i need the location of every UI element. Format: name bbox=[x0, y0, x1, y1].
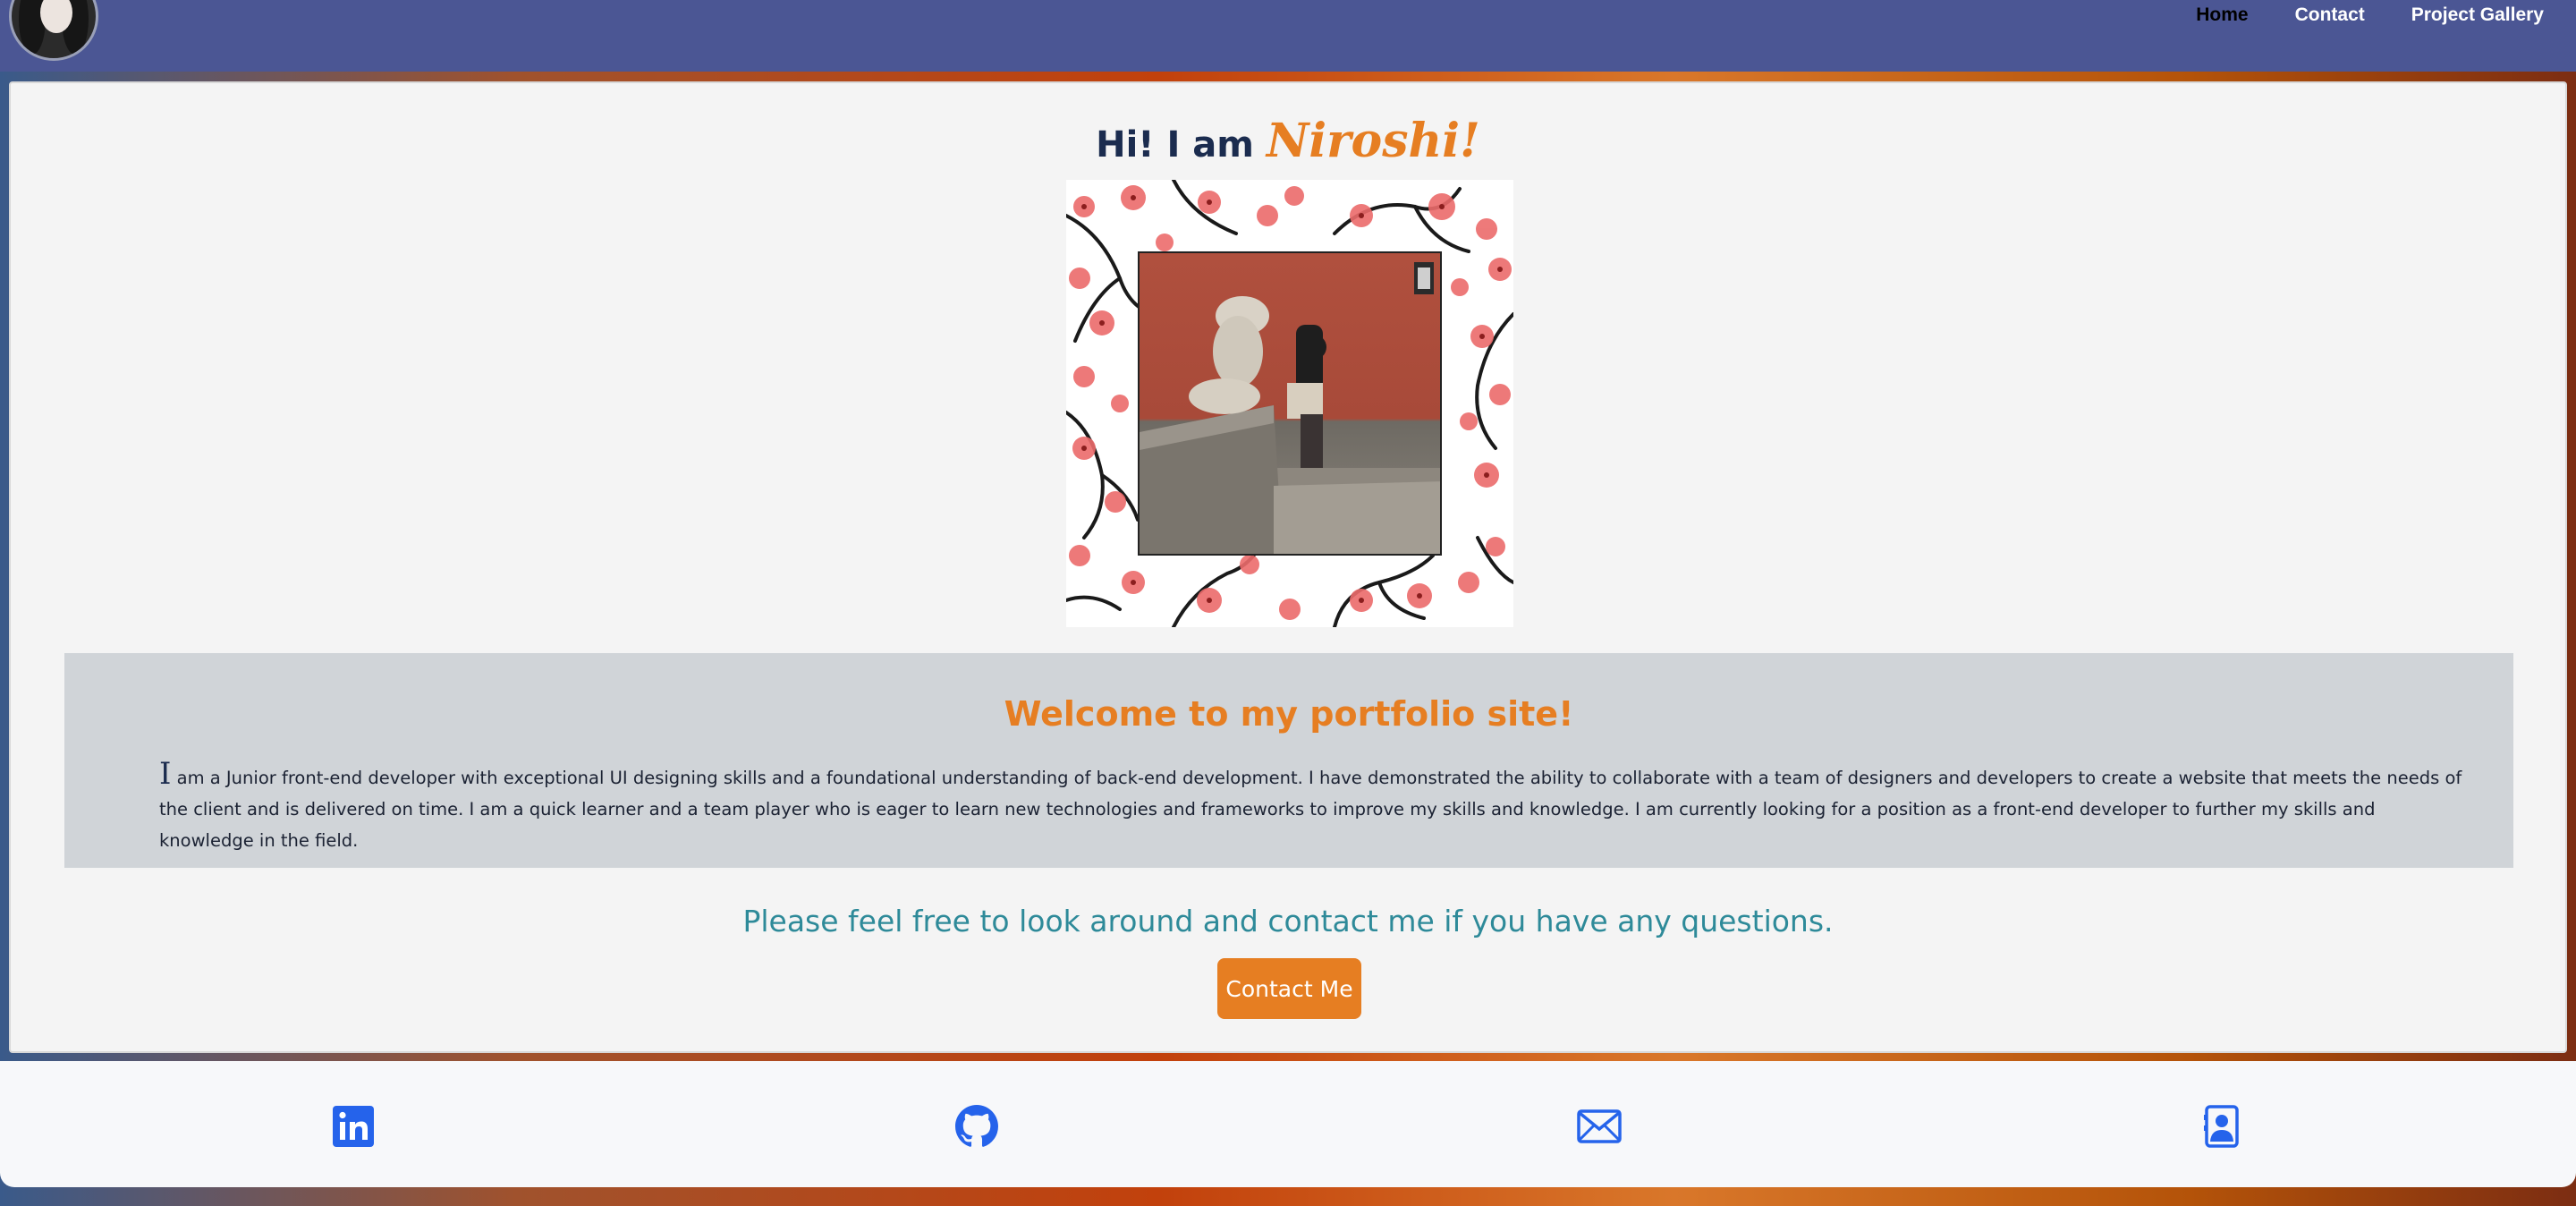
photo-scene bbox=[1138, 251, 1442, 556]
profile-photo bbox=[1066, 180, 1513, 627]
welcome-body: am a Junior front-end developer with exc… bbox=[159, 768, 2462, 851]
invite-text: Please feel free to look around and cont… bbox=[742, 904, 1834, 938]
welcome-title: Welcome to my portfolio site! bbox=[1004, 694, 1574, 734]
github-icon[interactable] bbox=[954, 1104, 999, 1149]
dropcap-letter: I bbox=[159, 756, 172, 792]
nav-contact-link[interactable]: Contact bbox=[2295, 4, 2365, 26]
nav-project-gallery-link[interactable]: Project Gallery bbox=[2411, 4, 2544, 26]
hero-greeting: Hi! I am bbox=[1096, 124, 1267, 166]
navbar: Home Contact Project Gallery bbox=[0, 0, 2576, 72]
profile-avatar[interactable] bbox=[9, 0, 98, 61]
nav-links: Home Contact Project Gallery bbox=[2196, 4, 2544, 26]
nav-home-link[interactable]: Home bbox=[2196, 4, 2248, 26]
footer bbox=[0, 1061, 2576, 1187]
mail-icon[interactable] bbox=[1577, 1104, 1622, 1149]
contact-card-icon[interactable] bbox=[2199, 1104, 2244, 1149]
main-card: Hi! I am Niroshi! Welcome to my portfoli… bbox=[9, 81, 2567, 1053]
welcome-section: Welcome to my portfolio site! I am a Jun… bbox=[64, 653, 2513, 868]
hero-title: Hi! I am Niroshi! bbox=[11, 114, 2565, 168]
welcome-paragraph: I am a Junior front-end developer with e… bbox=[159, 759, 2463, 856]
linkedin-icon[interactable] bbox=[331, 1104, 376, 1149]
hero-name: Niroshi! bbox=[1266, 114, 1480, 168]
contact-me-button[interactable]: Contact Me bbox=[1217, 958, 1361, 1019]
